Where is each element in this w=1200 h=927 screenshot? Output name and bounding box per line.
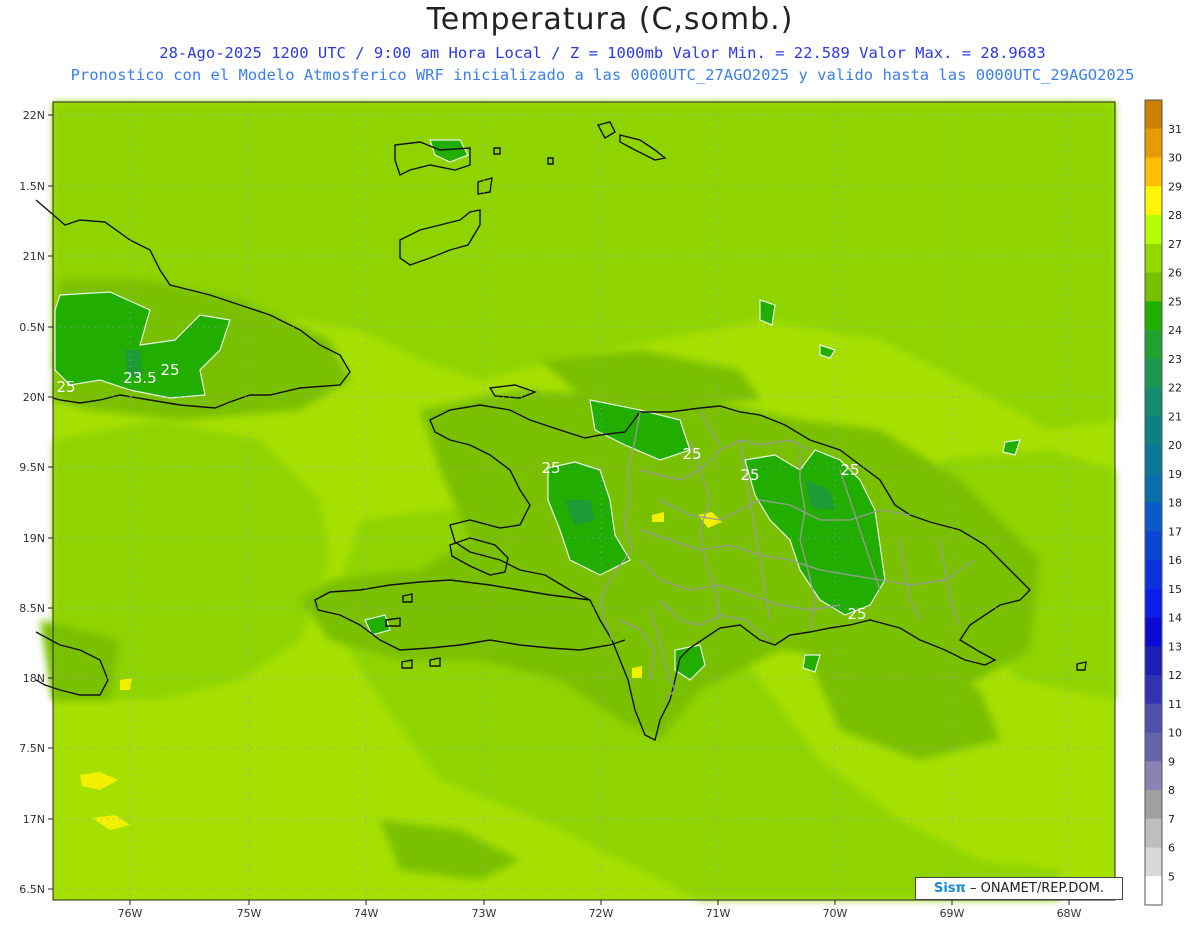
colorbar-swatch [1145, 675, 1162, 705]
colorbar-swatch [1145, 186, 1162, 216]
lat-label: 7.5N [19, 742, 45, 755]
lat-label: 6.5N [19, 883, 45, 896]
colorbar-swatch [1145, 358, 1162, 388]
colorbar-tick-label: 28 [1168, 209, 1182, 222]
colorbar-swatch [1145, 272, 1162, 302]
colorbar-tick-label: 15 [1168, 583, 1182, 596]
contour-label: 25 [840, 461, 859, 479]
colorbar-tick-label: 10 [1168, 727, 1182, 740]
colorbar-swatch [1145, 560, 1162, 590]
credit-text: – ONAMET/REP.DOM. [969, 881, 1104, 896]
colorbar-tick-label: 22 [1168, 382, 1182, 395]
colorbar-tick-label: 5 [1168, 870, 1175, 883]
colorbar-tick-label: 20 [1168, 439, 1182, 452]
colorbar-tick-label: 17 [1168, 525, 1182, 538]
lon-label: 71W [706, 907, 731, 920]
colorbar-swatch [1145, 387, 1162, 417]
contour-label: 25 [56, 378, 75, 396]
lat-label: 18N [23, 672, 45, 685]
lat-label: 0.5N [19, 321, 45, 334]
lon-label: 74W [354, 907, 379, 920]
colorbar-tick-label: 29 [1168, 180, 1182, 193]
colorbar-tick-label: 8 [1168, 784, 1175, 797]
contour-label: 25 [160, 361, 179, 379]
colorbar-swatch [1145, 588, 1162, 618]
sispi-logo: Sisπ [933, 881, 966, 896]
lat-label: 9.5N [19, 461, 45, 474]
colorbar-tick-label: 21 [1168, 410, 1182, 423]
colorbar-swatch [1145, 215, 1162, 245]
colorbar-swatch [1145, 416, 1162, 446]
colorbar-swatch [1145, 301, 1162, 331]
colorbar-tick-label: 13 [1168, 640, 1182, 653]
colorbar-swatch [1145, 761, 1162, 791]
colorbar-swatch [1145, 330, 1162, 360]
colorbar-tick-label: 11 [1168, 698, 1182, 711]
colorbar-tick-label: 9 [1168, 755, 1175, 768]
colorbar-tick-label: 16 [1168, 554, 1182, 567]
colorbar-swatch [1145, 502, 1162, 532]
colorbar-swatch [1145, 646, 1162, 676]
credit-box: Sisπ – ONAMET/REP.DOM. [915, 877, 1123, 900]
colorbar-swatch [1145, 732, 1162, 762]
lon-label: 69W [940, 907, 965, 920]
colorbar-swatch [1145, 157, 1162, 187]
colorbar-tick-label: 27 [1168, 238, 1182, 251]
colorbar-swatch [1145, 100, 1162, 130]
contour-label: 25 [682, 445, 701, 463]
colorbar-swatch [1145, 703, 1162, 733]
colorbar-tick-label: 31 [1168, 123, 1182, 136]
colorbar-swatch [1145, 473, 1162, 503]
colorbar-tick-label: 12 [1168, 669, 1182, 682]
lat-label: 17N [23, 813, 45, 826]
lon-label: 68W [1057, 907, 1082, 920]
colorbar-tick-label: 25 [1168, 295, 1182, 308]
colorbar-tick-label: 18 [1168, 497, 1182, 510]
lat-label: 1.5N [19, 180, 45, 193]
lat-label: 22N [23, 109, 45, 122]
temperature-map: 22N 1.5N 21N 0.5N 20N 9.5N 19N 8.5N 18N … [19, 99, 1182, 920]
contour-label: 25 [847, 605, 866, 623]
lat-label: 19N [23, 532, 45, 545]
contour-label: 25 [541, 459, 560, 477]
colorbar-tick-label: 6 [1168, 842, 1175, 855]
colorbar-swatch [1145, 243, 1162, 273]
colorbar-swatch [1145, 847, 1162, 877]
contour-label: 23.5 [123, 369, 156, 387]
colorbar-swatch [1145, 790, 1162, 820]
lon-label: 75W [237, 907, 262, 920]
lon-label: 72W [589, 907, 614, 920]
colorbar-tick-label: 26 [1168, 267, 1182, 280]
colorbar-swatch [1145, 617, 1162, 647]
colorbar-swatch [1145, 531, 1162, 561]
colorbar-swatch [1145, 445, 1162, 475]
colorbar-tick-label: 7 [1168, 813, 1175, 826]
lat-label: 20N [23, 391, 45, 404]
colorbar-swatch [1145, 818, 1162, 848]
lat-label: 8.5N [19, 602, 45, 615]
lat-label: 21N [23, 250, 45, 263]
contour-label: 25 [740, 466, 759, 484]
lon-label: 73W [472, 907, 497, 920]
lon-label: 70W [823, 907, 848, 920]
colorbar-tick-label: 24 [1168, 324, 1182, 337]
colorbar-swatch [1145, 128, 1162, 158]
colorbar-tick-label: 19 [1168, 468, 1182, 481]
colorbar-swatch [1145, 876, 1162, 906]
lon-label: 76W [118, 907, 143, 920]
colorbar-tick-label: 30 [1168, 152, 1182, 165]
colorbar: 31 30 29 28 27 26 25 24 23 22 21 20 19 18 17 16 15 14 13 12… [1144, 99, 1182, 906]
colorbar-tick-label: 14 [1168, 612, 1182, 625]
colorbar-tick-label: 23 [1168, 353, 1182, 366]
